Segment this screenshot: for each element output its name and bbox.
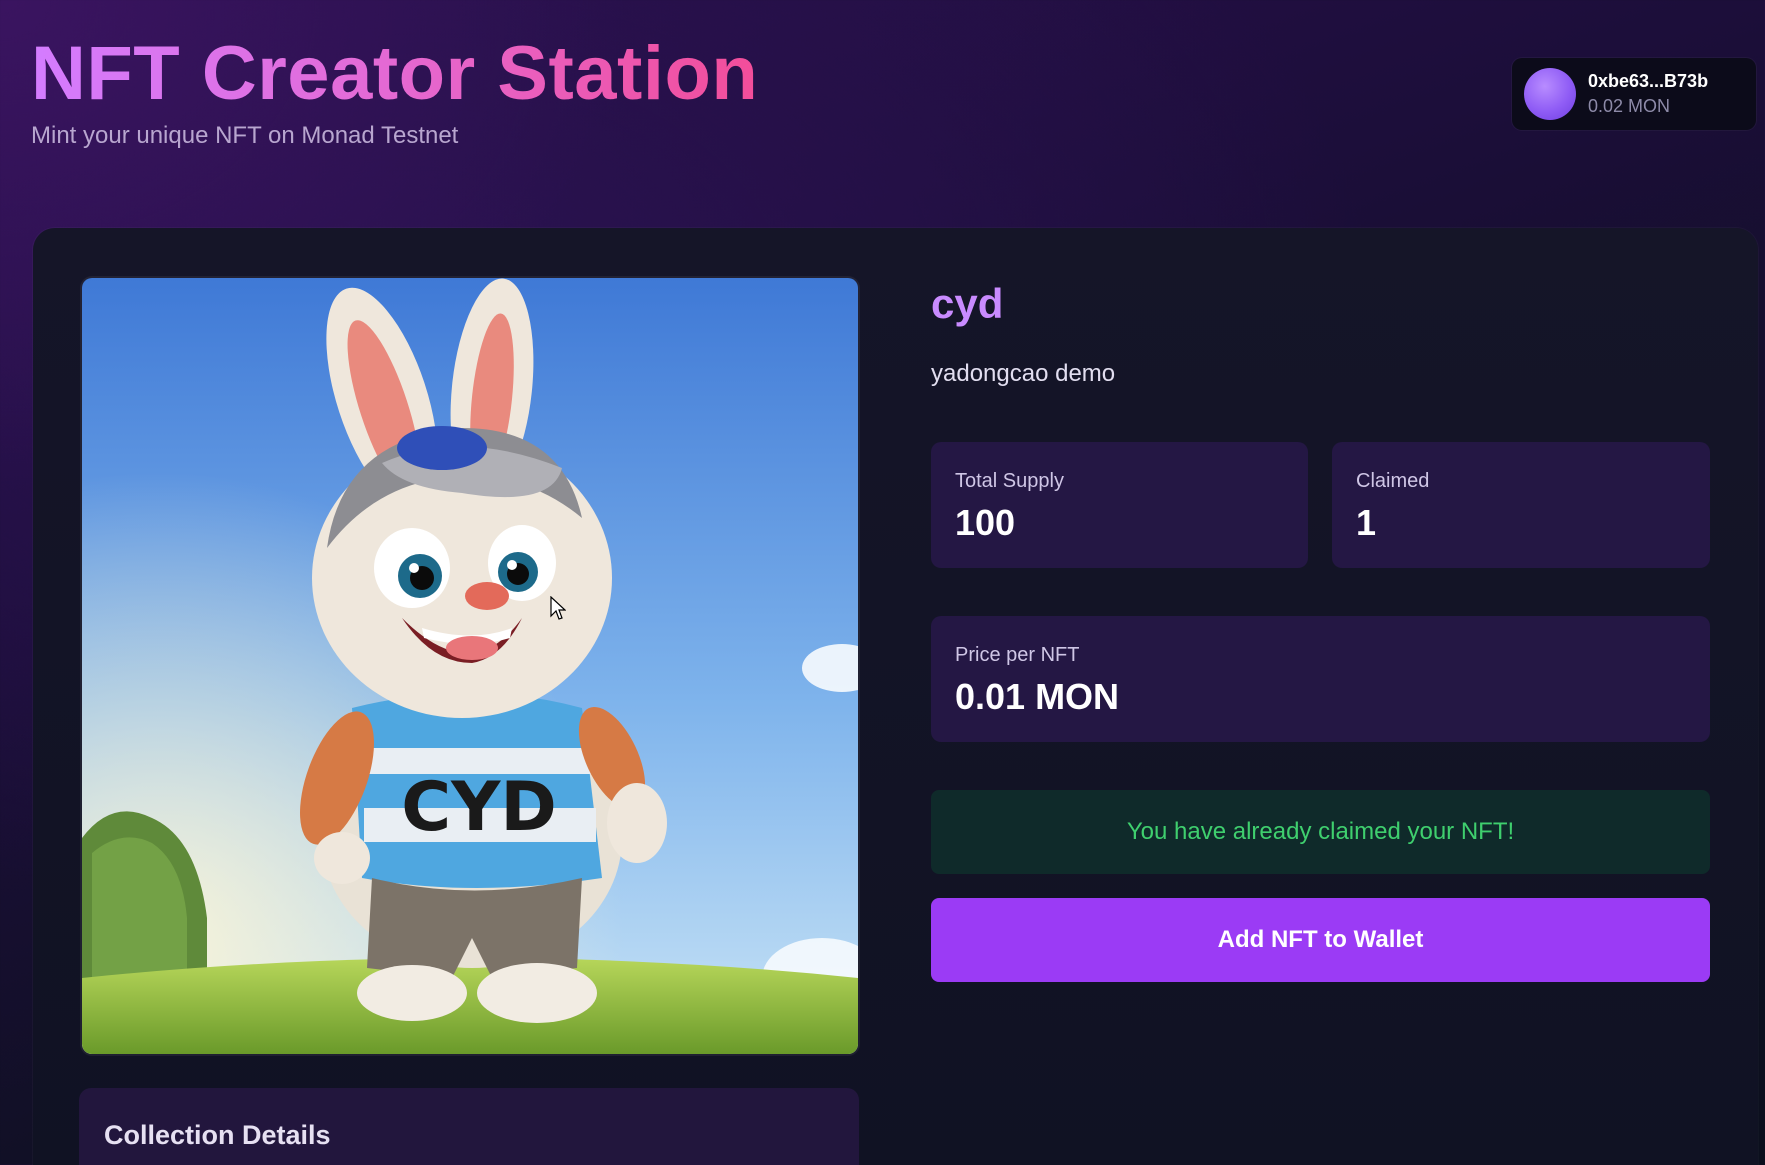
wallet-balance: 0.02 MON — [1588, 96, 1671, 116]
nft-image: CYD — [82, 278, 858, 1054]
price-card: Price per NFT 0.01 MON — [931, 616, 1710, 742]
claimed-card: Claimed 1 — [1332, 442, 1710, 568]
nft-description: yadongcao demo — [931, 360, 1116, 387]
collection-details-title: Collection Details — [104, 1120, 331, 1150]
claimed-status-banner: You have already claimed your NFT! — [931, 790, 1710, 874]
wallet-avatar — [1524, 68, 1576, 120]
total-supply-card: Total Supply 100 — [931, 442, 1308, 568]
page-subtitle: Mint your unique NFT on Monad Testnet — [31, 122, 459, 149]
claimed-value: 1 — [1356, 502, 1377, 543]
wallet-account-button[interactable]: 0xbe63...B73b 0.02 MON — [1512, 58, 1756, 130]
page-title: NFT Creator Station — [31, 31, 759, 116]
mouse-cursor-icon — [550, 596, 566, 620]
wallet-address: 0xbe63...B73b — [1588, 71, 1709, 91]
price-value: 0.01 MON — [955, 676, 1120, 717]
total-supply-value: 100 — [955, 502, 1016, 543]
add-nft-to-wallet-button[interactable]: Add NFT to Wallet — [931, 898, 1710, 982]
nft-shirt-text: CYD — [401, 768, 557, 847]
claimed-status-message: You have already claimed your NFT! — [1126, 818, 1515, 845]
total-supply-label: Total Supply — [955, 470, 1064, 492]
claimed-label: Claimed — [1356, 470, 1430, 492]
collection-details-card: Collection Details — [79, 1088, 859, 1165]
nft-name: cyd — [931, 280, 1004, 327]
price-label: Price per NFT — [955, 644, 1080, 666]
